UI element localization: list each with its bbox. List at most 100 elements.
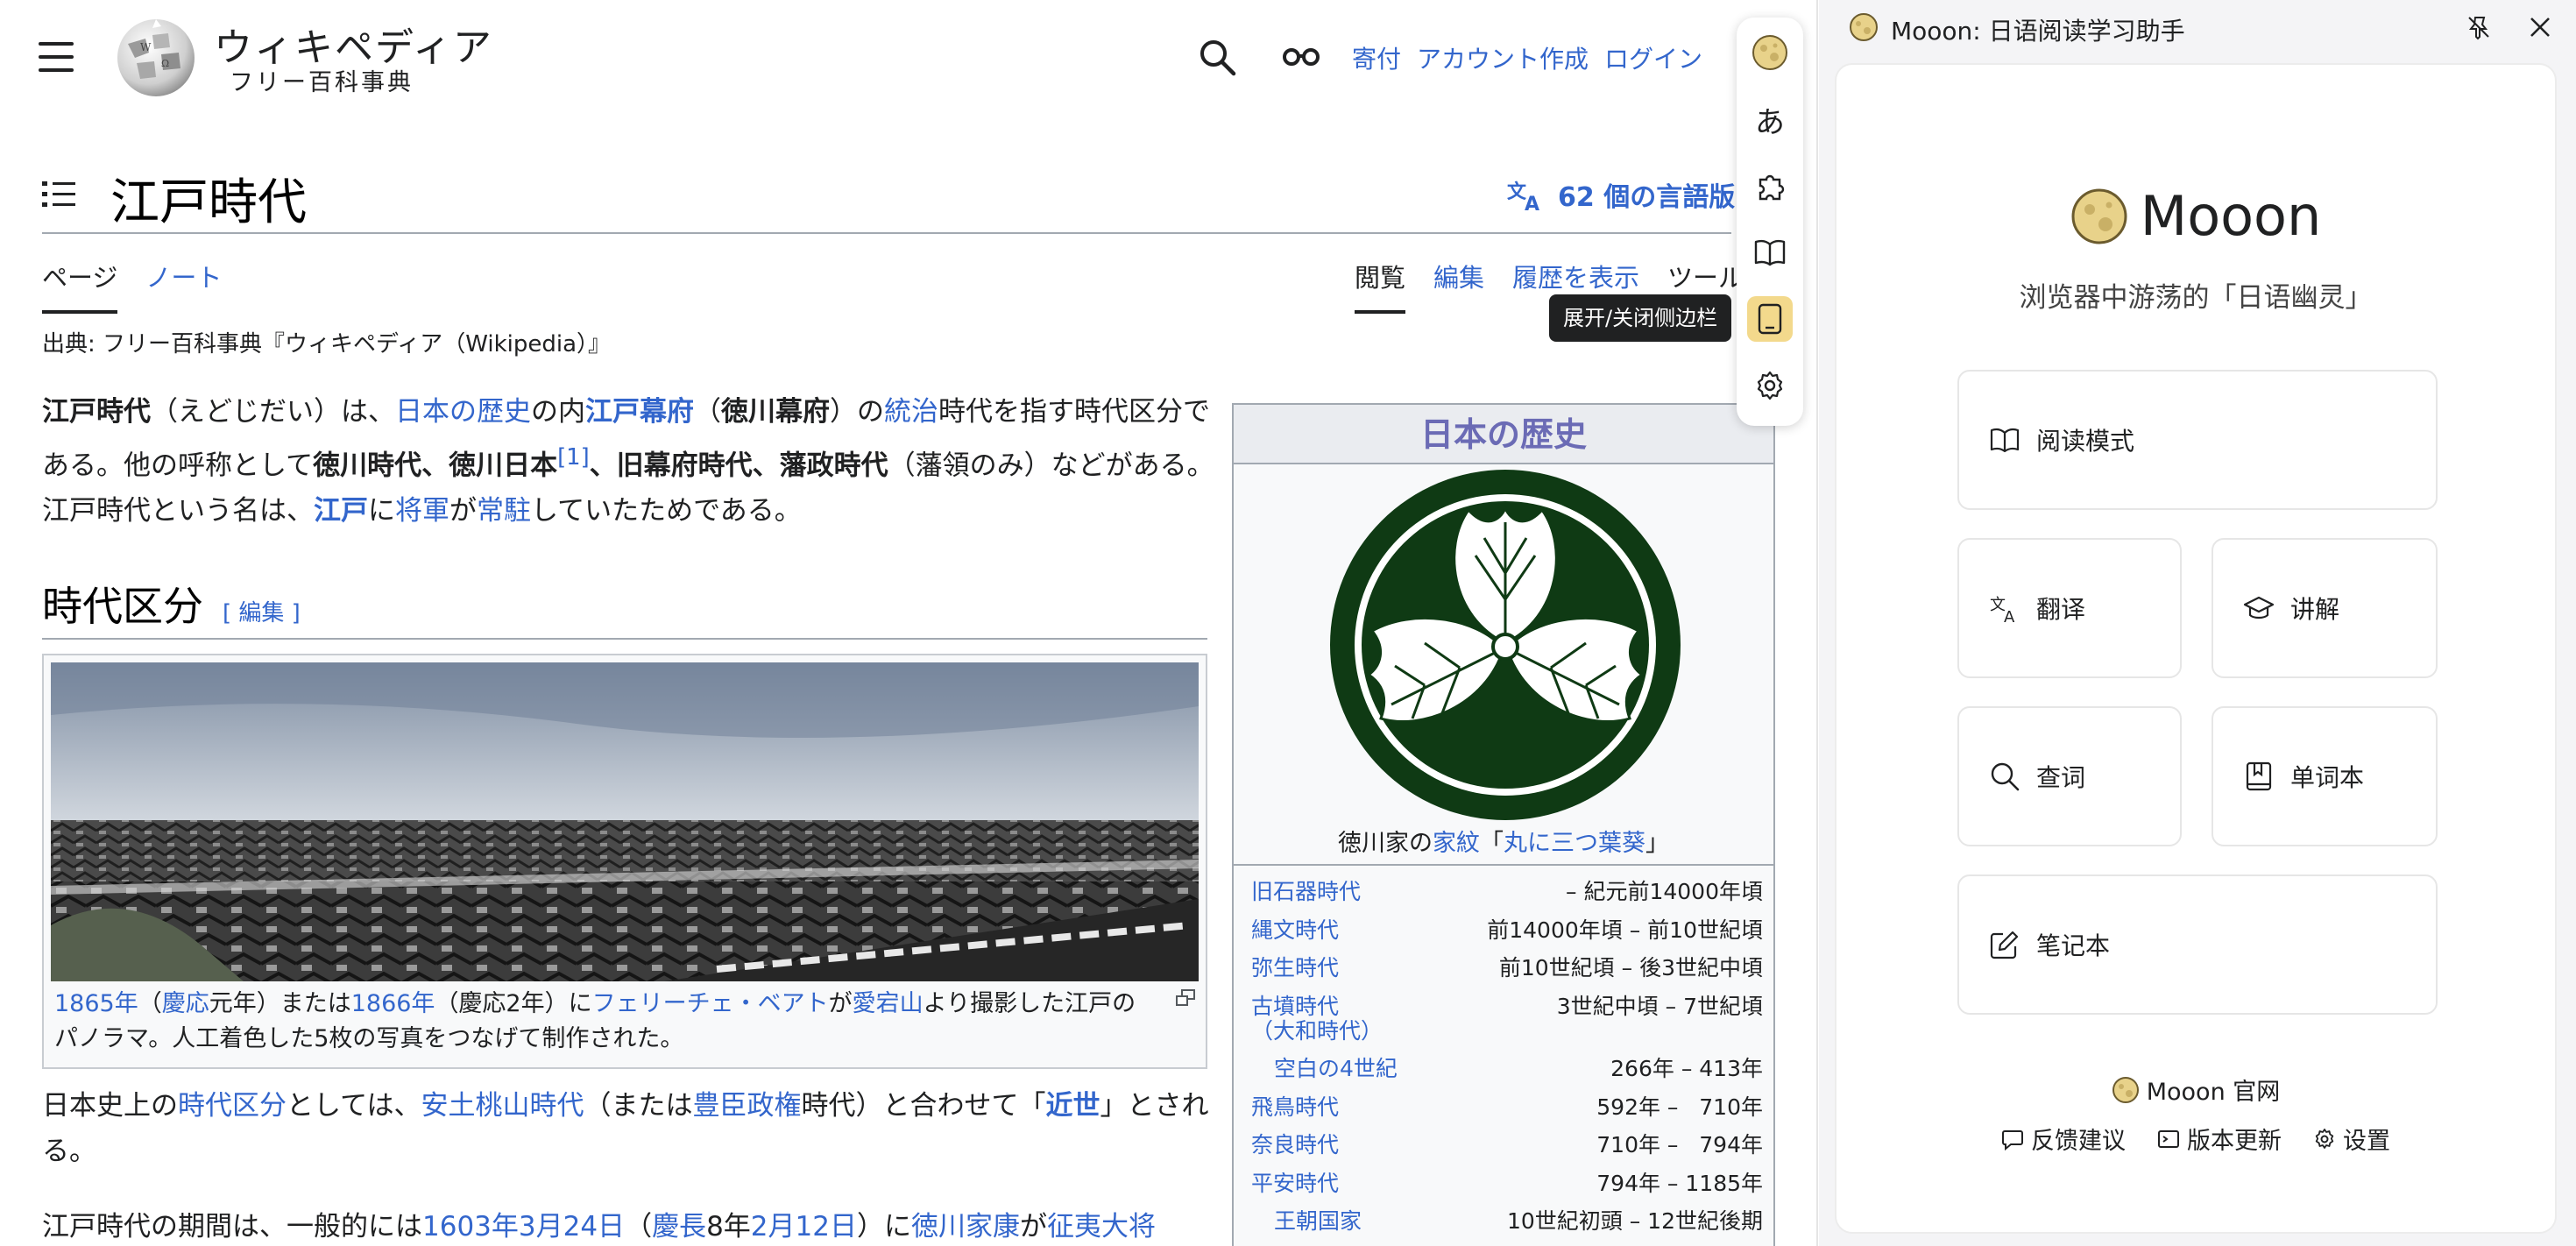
panel-divider[interactable] <box>1816 0 1818 1246</box>
link[interactable]: 日本の歴史 <box>395 396 531 428</box>
era-range: 710年 – 794年 <box>1596 1132 1763 1158</box>
lookup-button[interactable]: 查词 <box>1957 706 2182 846</box>
bold-term: 徳川時代 <box>313 450 422 482</box>
language-button[interactable]: 文 A 62 個の言語版 <box>1507 175 1735 214</box>
create-account-link[interactable]: アカウント作成 <box>1417 40 1589 75</box>
toolbar-sidebar-toggle-button[interactable] <box>1747 296 1793 342</box>
link[interactable]: 1866年 <box>351 990 435 1017</box>
link[interactable]: 徳川家康 <box>911 1211 1020 1242</box>
era-link[interactable]: 奈良時代 <box>1251 1126 1339 1165</box>
link[interactable]: 豊臣政権 <box>692 1090 801 1122</box>
link[interactable]: 1603年3月24日 <box>422 1211 625 1242</box>
settings-icon <box>2315 1128 2334 1149</box>
body-paragraph: 江戸時代の期間は、一般的には1603年3月24日（慶長8年2月12日）に徳川家康… <box>42 1204 1216 1246</box>
panel-settings-label: 设置 <box>2343 1128 2390 1155</box>
era-row: 弥生時代 前10世紀頃 – 後3世紀中頃 <box>1251 949 1763 988</box>
era-range: – 紀元前14000年頃 <box>1566 879 1763 904</box>
panel-settings-link[interactable]: 设置 <box>2313 1122 2390 1156</box>
tokugawa-crest-image[interactable] <box>1328 468 1682 822</box>
table-of-contents-icon[interactable] <box>42 179 77 210</box>
link[interactable]: 江戸 <box>314 495 368 527</box>
toolbar-book-button[interactable] <box>1747 230 1793 275</box>
tab-page[interactable]: ページ <box>42 258 118 314</box>
login-link[interactable]: ログイン <box>1604 40 1702 75</box>
link[interactable]: 2月12日 <box>751 1211 857 1242</box>
mooon-logo-icon <box>1850 13 1878 41</box>
era-link[interactable]: 旧石器時代 <box>1251 873 1361 911</box>
link[interactable]: 征夷大将 <box>1047 1211 1156 1242</box>
tab-talk[interactable]: ノート <box>145 258 222 314</box>
link[interactable]: 愛宕山 <box>853 990 924 1017</box>
notebook-button[interactable]: 笔记本 <box>1957 874 2438 1015</box>
official-site-link[interactable]: Mooon 官网 <box>1836 1073 2555 1107</box>
link[interactable]: 近世 <box>1045 1090 1100 1122</box>
text: （ <box>625 1211 653 1242</box>
era-link[interactable]: 空白の4世紀 <box>1251 1050 1398 1088</box>
enlarge-icon[interactable] <box>1174 988 1197 1008</box>
explain-button[interactable]: 讲解 <box>2212 538 2438 678</box>
era-range: 前14000年頃 – 前10世紀頃 <box>1487 917 1763 943</box>
body-paragraph: 日本史上の時代区分としては、安土桃山時代（または豊臣政権時代）と合わせて「近世」… <box>42 1083 1216 1174</box>
feedback-link[interactable]: 反馈建议 <box>2001 1122 2126 1156</box>
wikipedia-globe-logo[interactable]: W Ω <box>110 18 202 98</box>
text: の内 <box>531 396 585 428</box>
link[interactable]: 家紋 <box>1433 830 1480 857</box>
main-menu-button[interactable] <box>39 42 74 72</box>
era-range: 10世紀初頭 – 12世紀後期 <box>1506 1208 1763 1234</box>
era-row: 王朝国家 10世紀初頭 – 12世紀後期 <box>1251 1202 1763 1241</box>
era-range: 592年 – 710年 <box>1596 1094 1763 1120</box>
era-link[interactable]: 飛鳥時代 <box>1251 1088 1339 1127</box>
toolbar-settings-button[interactable] <box>1747 363 1793 408</box>
toolbar-hiragana-button[interactable]: あ <box>1747 96 1793 142</box>
section-heading: 時代区分 [ 編集 ] <box>42 575 301 633</box>
era-link[interactable]: 縄文時代 <box>1251 911 1339 950</box>
era-link[interactable]: 王朝国家 <box>1251 1202 1362 1241</box>
link[interactable]: 時代区分 <box>178 1090 287 1122</box>
donate-link[interactable]: 寄付 <box>1352 40 1401 75</box>
panel-header: Mooon: 日语阅读学习助手 <box>1819 0 2576 54</box>
section-edit-link[interactable]: [ 編集 ] <box>223 595 301 627</box>
notebook-label: 笔记本 <box>2036 931 2111 960</box>
close-icon[interactable] <box>2529 16 2551 39</box>
hamburger-line <box>39 42 74 46</box>
link[interactable]: 統治 <box>884 396 938 428</box>
tab-edit[interactable]: 編集 <box>1433 258 1484 314</box>
link[interactable]: 江戸幕府 <box>585 396 694 428</box>
link[interactable]: 常駐 <box>477 495 531 527</box>
link[interactable]: 将軍 <box>395 495 449 527</box>
era-link[interactable]: 弥生時代 <box>1251 949 1339 988</box>
brand-name: Mooon <box>2140 184 2322 248</box>
link[interactable]: 慶長 <box>652 1211 706 1242</box>
terminal-icon <box>2158 1129 2179 1148</box>
vocabulary-button[interactable]: 单词本 <box>2212 706 2438 846</box>
section-edit-label[interactable]: [ 編集 ] <box>223 600 301 627</box>
link[interactable]: 慶応 <box>162 990 209 1017</box>
text: 、 <box>589 450 617 482</box>
translate-button[interactable]: 文A 翻译 <box>1957 538 2182 678</box>
link[interactable]: フェリーチェ・ベアト <box>592 990 829 1017</box>
toolbar-puzzle-button[interactable] <box>1747 163 1793 209</box>
reading-mode-label: 阅读模式 <box>2036 427 2135 456</box>
toolbar-logo-button[interactable] <box>1747 30 1793 75</box>
edo-panorama-photo[interactable] <box>51 662 1199 981</box>
brand-subtitle: 浏览器中游荡的「日语幽灵」 <box>2019 282 2373 314</box>
link[interactable]: 丸に三つ葉葵 <box>1504 830 1645 857</box>
bold-term: 藩政時代 <box>779 450 888 482</box>
search-icon[interactable] <box>1197 37 1237 77</box>
text: （ <box>138 990 162 1017</box>
text: が <box>449 495 477 527</box>
version-update-link[interactable]: 版本更新 <box>2157 1122 2282 1156</box>
feedback-label: 反馈建议 <box>2031 1128 2126 1155</box>
tab-read[interactable]: 閲覧 <box>1355 258 1406 314</box>
extension-floating-toolbar: あ <box>1737 18 1803 426</box>
glasses-icon[interactable] <box>1281 44 1321 70</box>
link[interactable]: 1865年 <box>54 990 138 1017</box>
era-row: 空白の4世紀 266年 – 413年 <box>1251 1050 1763 1088</box>
infobox-title[interactable]: 日本の歴史 <box>1234 405 1773 464</box>
link[interactable]: 安土桃山時代 <box>421 1090 584 1122</box>
era-range: 266年 – 413年 <box>1610 1056 1763 1081</box>
reference-link[interactable]: [1] <box>557 444 590 471</box>
era-link[interactable]: 平安時代 <box>1251 1165 1339 1203</box>
reading-mode-button[interactable]: 阅读模式 <box>1957 370 2438 510</box>
unpin-icon[interactable] <box>2466 14 2492 40</box>
